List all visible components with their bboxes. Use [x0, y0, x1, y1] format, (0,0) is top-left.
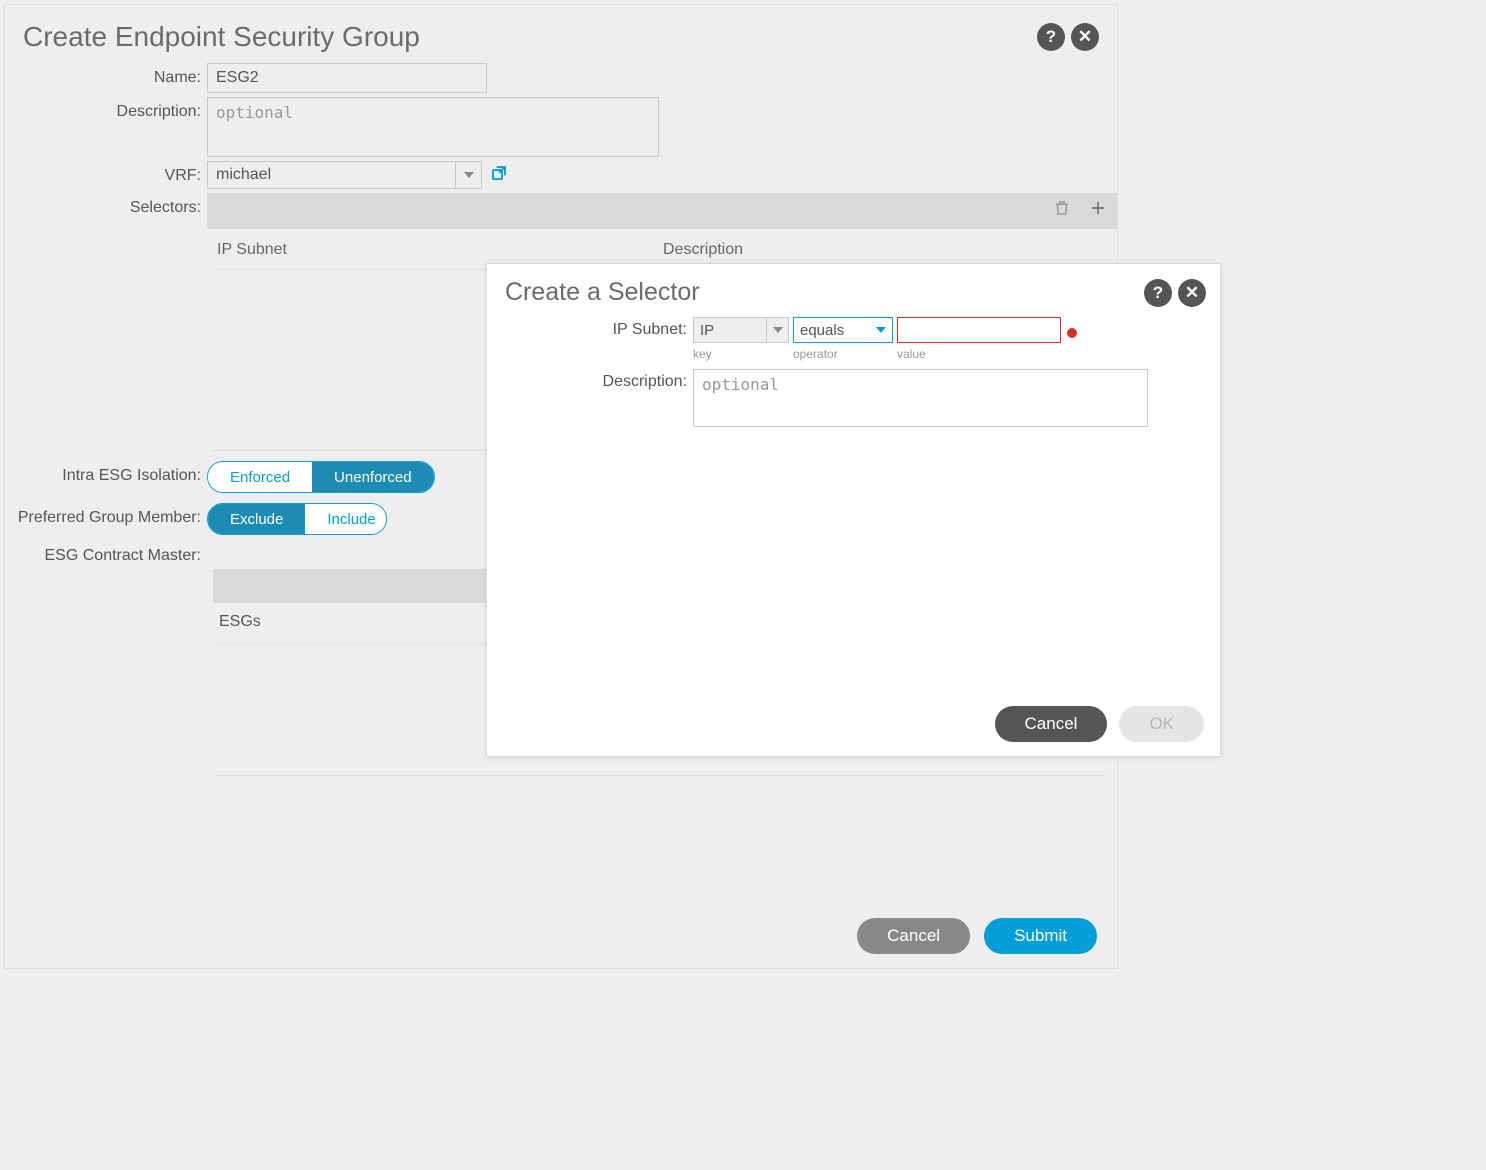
key-select[interactable]: IP [693, 317, 789, 343]
label-ip-subnet: IP Subnet: [487, 317, 693, 339]
intra-enforced[interactable]: Enforced [208, 462, 312, 492]
close-icon[interactable]: ✕ [1071, 23, 1099, 51]
help-icon[interactable]: ? [1144, 279, 1172, 307]
vrf-select[interactable]: michael [207, 161, 482, 189]
hint-key: key [693, 347, 793, 361]
chevron-down-icon [455, 162, 481, 188]
open-external-icon[interactable] [490, 164, 508, 187]
label-vrf: VRF: [5, 161, 207, 185]
intra-toggle: Enforced Unenforced [207, 461, 435, 493]
hint-row: key operator value [693, 347, 1220, 361]
divider [213, 450, 487, 451]
key-value: IP [694, 322, 766, 339]
sub-cancel-button[interactable]: Cancel [995, 706, 1108, 742]
sub-title: Create a Selector [505, 278, 700, 307]
row-sub-description: Description: [487, 369, 1220, 427]
cancel-button[interactable]: Cancel [857, 918, 970, 954]
chevron-down-icon [876, 327, 886, 333]
sub-ok-button[interactable]: OK [1119, 706, 1204, 742]
vrf-value: michael [208, 166, 455, 184]
pgm-exclude[interactable]: Exclude [208, 504, 305, 534]
pgm-include[interactable]: Include [305, 504, 387, 534]
sub-header-actions: ? ✕ [1144, 279, 1206, 307]
label-intra: Intra ESG Isolation: [5, 461, 207, 485]
main-header: Create Endpoint Security Group ? ✕ [5, 5, 1117, 59]
intra-unenforced[interactable]: Unenforced [312, 462, 434, 492]
plus-icon[interactable] [1089, 199, 1107, 223]
row-selectors: Selectors: [5, 193, 1117, 229]
header-actions: ? ✕ [1037, 23, 1099, 51]
label-sub-description: Description: [487, 369, 693, 391]
operator-value: equals [794, 322, 876, 339]
close-icon[interactable]: ✕ [1178, 279, 1206, 307]
vrf-wrap: michael [207, 161, 508, 189]
chevron-down-icon [766, 318, 788, 342]
col-ip-subnet: IP Subnet [213, 241, 663, 259]
page-title: Create Endpoint Security Group [23, 21, 420, 53]
operator-select[interactable]: equals [793, 317, 893, 343]
ecm-toolbar [213, 569, 487, 603]
submit-button[interactable]: Submit [984, 918, 1097, 954]
value-input[interactable] [897, 317, 1061, 343]
help-icon[interactable]: ? [1037, 23, 1065, 51]
row-description: Description: [5, 97, 1117, 157]
sub-footer: Cancel OK [995, 706, 1204, 742]
hint-value: value [897, 347, 926, 361]
name-input[interactable] [207, 63, 487, 93]
error-icon [1067, 328, 1077, 338]
main-footer: Cancel Submit [857, 918, 1097, 954]
row-vrf: VRF: michael [5, 161, 1117, 189]
col-description: Description [663, 241, 743, 259]
sub-description-input[interactable] [693, 369, 1148, 427]
row-ip-subnet: IP Subnet: IP equals [487, 317, 1220, 343]
label-description: Description: [5, 97, 207, 121]
sub-header: Create a Selector ? ✕ [487, 264, 1220, 313]
bottom-divider [215, 775, 1105, 776]
label-pgm: Preferred Group Member: [5, 503, 207, 527]
create-selector-dialog: Create a Selector ? ✕ IP Subnet: IP equa… [486, 263, 1221, 757]
selectors-toolbar [207, 193, 1117, 229]
pgm-toggle: Exclude Include [207, 503, 387, 535]
hint-operator: operator [793, 347, 897, 361]
label-ecm: ESG Contract Master: [5, 541, 207, 565]
description-input[interactable] [207, 97, 659, 157]
label-name: Name: [5, 63, 207, 87]
ecm-col-esgs: ESGs [213, 603, 487, 644]
row-name: Name: [5, 63, 1117, 93]
label-selectors: Selectors: [5, 193, 207, 217]
trash-icon[interactable] [1053, 199, 1071, 223]
